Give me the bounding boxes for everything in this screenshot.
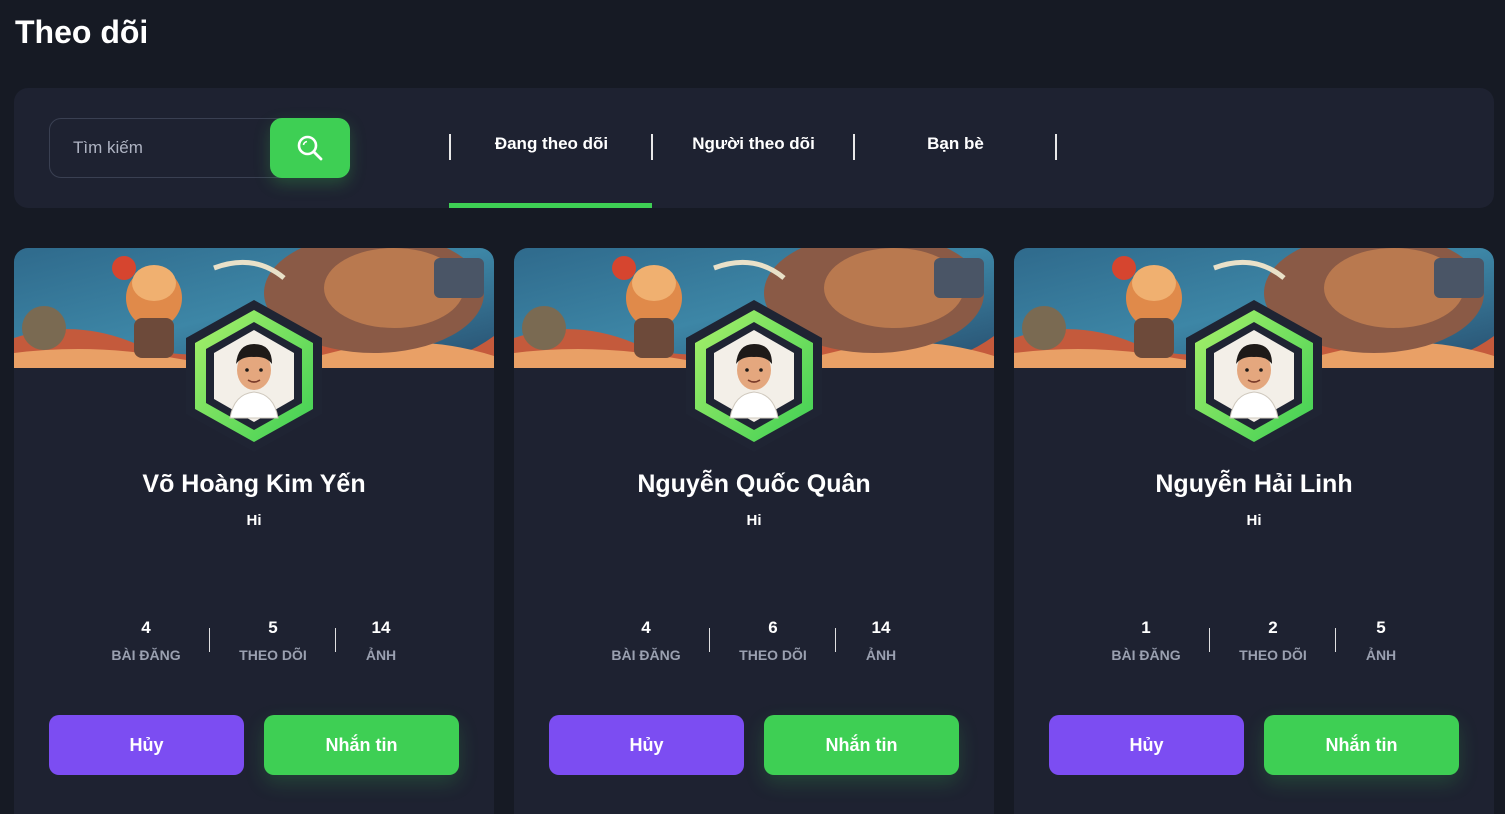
stat-value: 14 (871, 618, 891, 637)
tab-following[interactable]: Đang theo dõi (450, 88, 653, 208)
stat-value: 1 (1141, 618, 1151, 637)
avatar[interactable] (186, 300, 322, 452)
stat-following: 6 THEO DÕI (733, 618, 813, 663)
tab-divider (1055, 134, 1057, 160)
stat-posts: 1 BÀI ĐĂNG (1106, 618, 1186, 663)
avatar[interactable] (686, 300, 822, 452)
user-name: Võ Hoàng Kim Yến (142, 470, 366, 498)
stat-label: BÀI ĐĂNG (1111, 647, 1181, 663)
message-button[interactable]: Nhắn tin (1264, 715, 1459, 775)
unfollow-button[interactable]: Hủy (1049, 715, 1244, 775)
tab-friends[interactable]: Bạn bè (854, 88, 1057, 208)
stat-divider (335, 628, 336, 652)
stat-photos: 5 ẢNH (1346, 618, 1416, 663)
tab-label: Người theo dõi (692, 134, 815, 153)
user-name: Nguyễn Hải Linh (1155, 470, 1353, 498)
stat-photos: 14 ẢNH (846, 618, 916, 663)
stat-value: 6 (768, 618, 778, 637)
user-bio: Hi (1246, 512, 1262, 529)
user-bio: Hi (246, 512, 262, 529)
stat-label: THEO DÕI (239, 647, 307, 663)
stat-posts: 4 BÀI ĐĂNG (106, 618, 186, 663)
toolbar: Đang theo dõi Người theo dõi Bạn bè (14, 88, 1494, 208)
stat-label: BÀI ĐĂNG (611, 647, 681, 663)
stat-divider (709, 628, 710, 652)
stat-label: ẢNH (365, 647, 397, 663)
stat-value: 2 (1268, 618, 1278, 637)
user-card: Võ Hoàng Kim Yến Hi 4 BÀI ĐĂNG 5 THEO DÕ… (14, 248, 494, 814)
stat-value: 5 (268, 618, 278, 637)
user-card: Nguyễn Hải Linh Hi 1 BÀI ĐĂNG 2 THEO DÕI… (1014, 248, 1494, 814)
user-card: Nguyễn Quốc Quân Hi 4 BÀI ĐĂNG 6 THEO DÕ… (514, 248, 994, 814)
page-title: Theo dõi (15, 14, 149, 50)
active-tab-indicator (449, 203, 652, 208)
stat-following: 2 THEO DÕI (1233, 618, 1313, 663)
stat-value: 14 (371, 618, 391, 637)
tab-followers[interactable]: Người theo dõi (652, 88, 855, 208)
stat-divider (1209, 628, 1210, 652)
stat-divider (209, 628, 210, 652)
stat-value: 4 (141, 618, 151, 637)
stat-label: BÀI ĐĂNG (111, 647, 181, 663)
stat-posts: 4 BÀI ĐĂNG (606, 618, 686, 663)
user-bio: Hi (746, 512, 762, 529)
unfollow-button[interactable]: Hủy (49, 715, 244, 775)
tab-label: Đang theo dõi (494, 134, 609, 153)
user-stats: 4 BÀI ĐĂNG 6 THEO DÕI 14 ẢNH (584, 618, 924, 668)
stat-label: ẢNH (865, 647, 897, 663)
avatar[interactable] (1186, 300, 1322, 452)
user-stats: 1 BÀI ĐĂNG 2 THEO DÕI 5 ẢNH (1084, 618, 1424, 668)
message-button[interactable]: Nhắn tin (764, 715, 959, 775)
search-button[interactable] (270, 118, 350, 178)
stat-photos: 14 ẢNH (346, 618, 416, 663)
tab-label: Bạn bè (927, 134, 984, 153)
stat-following: 5 THEO DÕI (233, 618, 313, 663)
search-box (49, 118, 350, 178)
stat-label: ẢNH (1365, 647, 1397, 663)
user-name: Nguyễn Quốc Quân (637, 470, 871, 498)
search-input[interactable] (50, 119, 270, 177)
stat-label: THEO DÕI (739, 647, 807, 663)
user-stats: 4 BÀI ĐĂNG 5 THEO DÕI 14 ẢNH (84, 618, 424, 668)
stat-label: THEO DÕI (1239, 647, 1307, 663)
search-icon (297, 135, 323, 161)
stat-divider (1335, 628, 1336, 652)
unfollow-button[interactable]: Hủy (549, 715, 744, 775)
stat-divider (835, 628, 836, 652)
stat-value: 4 (641, 618, 651, 637)
stat-value: 5 (1376, 618, 1386, 637)
message-button[interactable]: Nhắn tin (264, 715, 459, 775)
